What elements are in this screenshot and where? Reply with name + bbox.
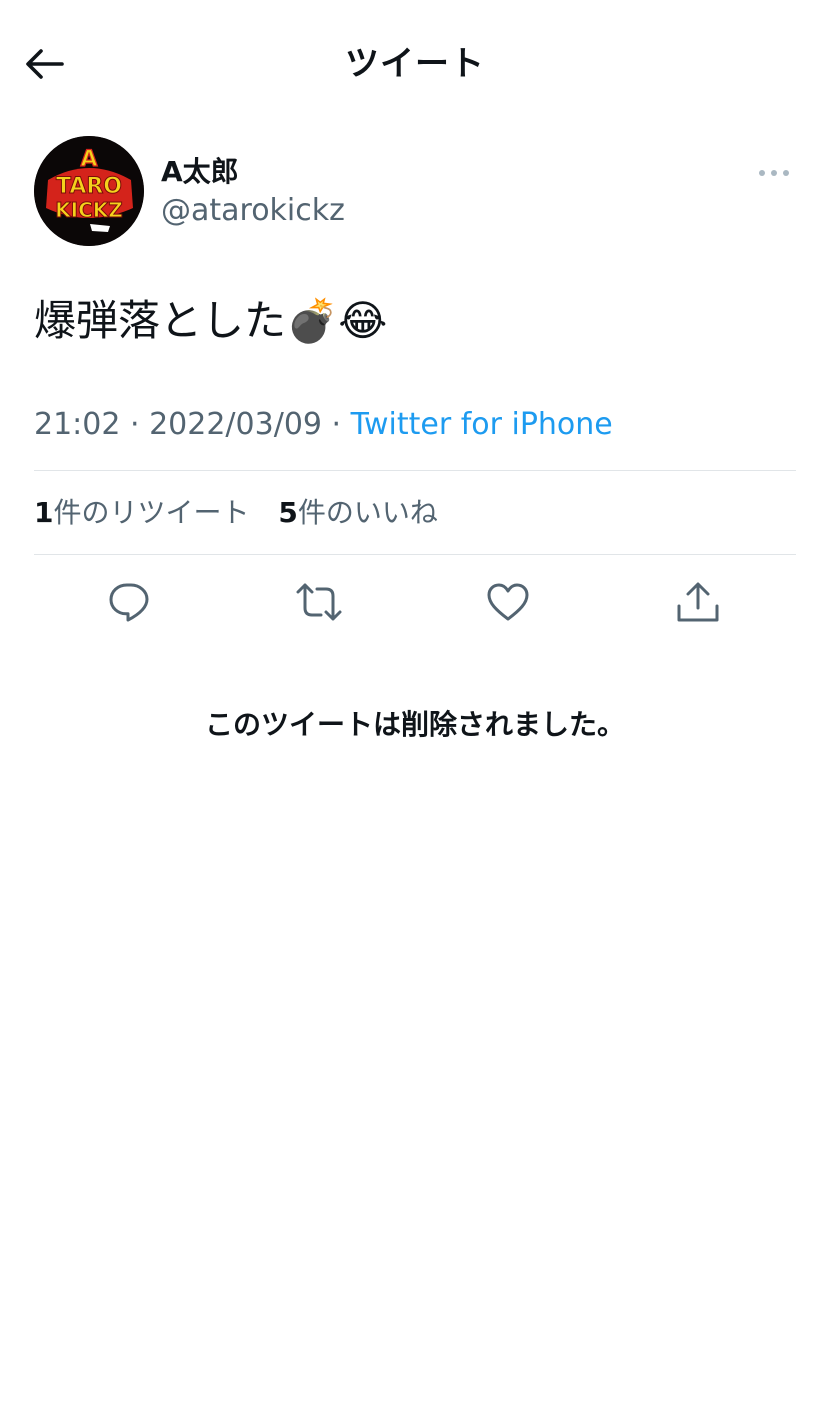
tweet-text: 爆弾落とした💣😂 [34, 296, 388, 345]
tweet-stats: 1件のリツイート 5件のいいね [34, 492, 458, 534]
divider [34, 554, 796, 555]
tweet-author: A TARO KICKZ A太郎 @atarokickz [34, 136, 796, 246]
retweets-stat[interactable]: 1件のリツイート [34, 496, 250, 529]
user-handle[interactable]: @atarokickz [161, 192, 345, 230]
more-options-button[interactable] [752, 158, 796, 188]
action-bar [34, 572, 796, 632]
page-title: ツイート [345, 44, 485, 84]
avatar[interactable]: A TARO KICKZ [34, 136, 144, 246]
share-button[interactable] [668, 572, 728, 632]
share-icon [677, 582, 719, 622]
ellipsis-icon [759, 170, 789, 176]
svg-text:TARO: TARO [56, 174, 122, 199]
svg-text:A: A [80, 147, 97, 172]
avatar-logo: A TARO KICKZ [34, 136, 144, 246]
retweet-icon [296, 583, 342, 621]
likes-count: 5 [278, 496, 298, 529]
like-icon [487, 583, 529, 621]
retweets-count: 1 [34, 496, 54, 529]
tweet-source-link[interactable]: Twitter for iPhone [351, 407, 613, 442]
likes-stat[interactable]: 5件のいいね [278, 496, 438, 529]
retweets-label: 件のリツイート [53, 496, 250, 529]
divider [34, 470, 796, 471]
tweet-time: 21:02 [34, 407, 121, 442]
meta-separator: · [322, 407, 351, 442]
likes-label: 件のいいね [297, 496, 438, 529]
retweet-button[interactable] [289, 572, 349, 632]
tweet-meta: 21:02 · 2022/03/09 · Twitter for iPhone [34, 404, 613, 446]
display-name[interactable]: A太郎 [161, 154, 239, 190]
meta-separator: · [120, 407, 150, 442]
like-button[interactable] [478, 572, 538, 632]
reply-button[interactable] [99, 572, 159, 632]
svg-text:KICKZ: KICKZ [55, 198, 123, 222]
tweet-date: 2022/03/09 [149, 407, 322, 442]
top-bar: ツイート [0, 0, 830, 128]
reply-icon [109, 583, 149, 622]
deleted-tweet-notice: このツイートは削除されました。 [204, 708, 625, 741]
